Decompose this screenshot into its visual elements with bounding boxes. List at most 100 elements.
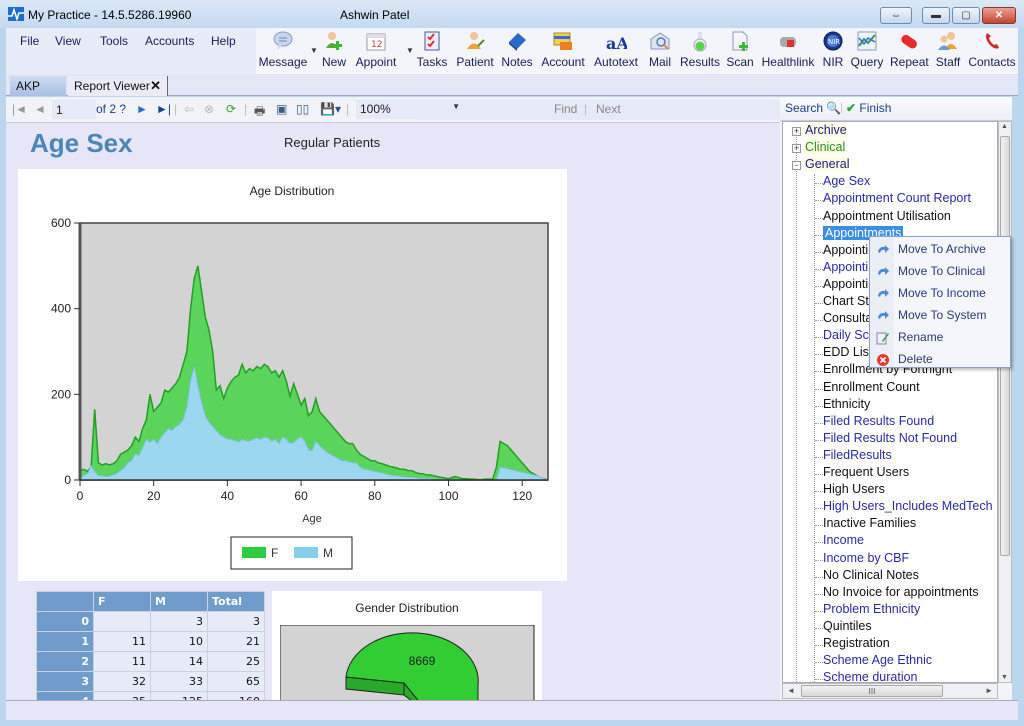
toolbar-new-button[interactable]: New [320, 30, 348, 69]
menu-file[interactable]: File [20, 34, 39, 48]
back-icon[interactable]: ⇦ [184, 102, 194, 116]
scroll-thumb[interactable]: III [801, 685, 943, 697]
tree-report-item[interactable]: Quintiles [823, 619, 872, 633]
toolbar-separator: | [244, 102, 248, 116]
tree-report-item[interactable]: No Invoice for appointments [823, 585, 979, 599]
last-page-icon[interactable]: ►| [156, 102, 171, 116]
tree-report-item[interactable]: Scheme duration [823, 670, 918, 682]
next-page-icon[interactable]: ► [136, 102, 148, 116]
context-menu-item[interactable]: Move To Clinical [870, 260, 1010, 282]
find-button[interactable]: Find [554, 102, 577, 116]
message-dropdown-icon[interactable]: ▼ [310, 46, 318, 55]
search-button[interactable]: Search 🔍 [785, 101, 841, 115]
tree-folder[interactable]: Clinical [805, 140, 846, 155]
close-tab-icon[interactable]: ✕ [150, 76, 161, 96]
next-button[interactable]: Next [596, 102, 621, 116]
tree-report-item[interactable]: Income by CBF [823, 551, 909, 565]
context-menu-item[interactable]: Delete [870, 348, 1010, 370]
toolbar-appoint-button[interactable]: 12 Appoint [352, 30, 400, 69]
context-menu-item[interactable]: Move To Income [870, 282, 1010, 304]
swap-window-button[interactable]: ⇔ [880, 7, 912, 24]
print-icon[interactable]: 🖶 [254, 102, 265, 123]
tree-report-item[interactable]: Appointment Utilisation [823, 209, 951, 223]
tree-report-item[interactable]: Ethnicity [823, 397, 870, 411]
tree-report-item[interactable]: High Users [823, 482, 885, 496]
tree-report-item[interactable]: Registration [823, 636, 890, 650]
tree-report-item[interactable]: Income [823, 533, 864, 547]
tree-report-item[interactable]: Filed Results Found [823, 414, 934, 428]
tree-report-item[interactable]: Appointi [823, 277, 868, 291]
export-icon[interactable]: 💾▾ [320, 102, 341, 116]
toolbar-results-button[interactable]: Results [680, 30, 720, 69]
finish-button[interactable]: ✔ Finish [846, 101, 891, 115]
toolbar-contacts-button[interactable]: Contacts [968, 30, 1016, 69]
tree-report-item[interactable]: Problem Ethnicity [823, 602, 920, 616]
scroll-down-icon[interactable]: ▼ [1001, 674, 1008, 681]
context-menu-item[interactable]: Move To System [870, 304, 1010, 326]
menu-accounts[interactable]: Accounts [145, 34, 194, 48]
toolbar-autotext-button[interactable]: aA Autotext [592, 30, 640, 69]
tree-report-item[interactable]: FiledResults [823, 448, 892, 462]
menu-help[interactable]: Help [211, 34, 236, 48]
table-cell: 25 [207, 651, 265, 672]
menu-tools[interactable]: Tools [100, 34, 128, 48]
tree-report-item[interactable]: Chart Sta [823, 294, 876, 308]
tree-report-item[interactable]: High Users_Includes MedTech [823, 499, 993, 513]
toolbar-message-button[interactable]: Message [258, 30, 308, 69]
expand-icon[interactable]: + [792, 127, 801, 136]
scroll-right-icon[interactable]: ► [985, 686, 993, 695]
minimize-button[interactable]: ▬ [922, 7, 950, 24]
print-layout-icon[interactable]: ▣ [276, 102, 287, 116]
first-page-icon[interactable]: |◄ [12, 102, 27, 116]
expand-icon[interactable]: + [792, 144, 801, 154]
toolbar-account-button[interactable]: Account [540, 30, 586, 69]
stop-icon[interactable]: ⊗ [204, 102, 214, 116]
menu-view[interactable]: View [55, 34, 81, 48]
tree-report-item[interactable]: Appointment Count Report [823, 191, 971, 205]
scroll-up-icon[interactable]: ▲ [1001, 123, 1008, 130]
tree-report-item[interactable]: Filed Results Not Found [823, 431, 957, 445]
collapse-icon[interactable]: - [792, 161, 801, 171]
scroll-left-icon[interactable]: ◄ [787, 686, 795, 695]
tab-report-viewer[interactable]: Report Viewer ✕ [68, 76, 168, 96]
toolbar-staff-button[interactable]: Staff [934, 30, 962, 69]
tree-connector [815, 200, 823, 202]
toolbar-tasks-button[interactable]: Tasks [416, 30, 448, 69]
tree-connector [815, 508, 823, 510]
tab-akp[interactable]: AKP [10, 76, 66, 96]
toolbar-patient-button[interactable]: Patient [456, 30, 494, 69]
previous-page-icon[interactable]: ◄ [34, 102, 46, 116]
tree-folder[interactable]: Archive [805, 123, 847, 137]
tree-report-item[interactable]: Age Sex [823, 174, 870, 188]
toolbar-mail-button[interactable]: Mail [646, 30, 674, 69]
toolbar-repeat-button[interactable]: Repeat [890, 30, 929, 69]
page-number-input[interactable] [52, 100, 96, 119]
tree-report-item[interactable]: Frequent Users [823, 465, 909, 479]
appoint-dropdown-icon[interactable]: ▼ [406, 46, 414, 55]
context-menu-item[interactable]: Rename [870, 326, 1010, 348]
tree-report-item[interactable]: Appointi [823, 243, 868, 257]
toolbar-healthlink-button[interactable]: Healthlink [760, 30, 816, 69]
tree-report-item[interactable]: Inactive Families [823, 516, 916, 530]
zoom-select[interactable]: 100% ▼ [356, 100, 464, 119]
toolbar-notes-button[interactable]: Notes [500, 30, 534, 69]
vertical-scrollbar[interactable]: ▲ ▼ [998, 121, 1012, 683]
maximize-button[interactable]: ▢ [952, 7, 980, 24]
refresh-icon[interactable]: ⟳ [226, 102, 236, 116]
tree-report-item[interactable]: No Clinical Notes [823, 568, 919, 582]
toolbar-nir-button[interactable]: NIR NIR [820, 30, 846, 69]
tree-report-item[interactable]: Appointi [823, 260, 868, 274]
toolbar-scan-button[interactable]: Scan [724, 30, 756, 69]
page-setup-icon[interactable]: ▯▯ [296, 102, 309, 116]
tree-report-item[interactable]: EDD Lis [823, 345, 869, 359]
tree-folder[interactable]: General [805, 157, 850, 172]
tree-report-item[interactable]: Enrollment Count [823, 380, 920, 394]
close-window-button[interactable]: ✕ [982, 7, 1016, 24]
toolbar-query-button[interactable]: Query [850, 30, 884, 69]
context-menu-label: Move To Archive [898, 242, 986, 256]
context-menu-item[interactable]: Move To Archive [870, 238, 1010, 260]
tree-report-item[interactable]: Consulta [823, 311, 872, 325]
tree-report-item[interactable]: Scheme Age Ethnic [823, 653, 932, 667]
tree-report-item[interactable]: Daily Sc [823, 328, 869, 342]
horizontal-scrollbar[interactable]: ◄ III ► [782, 683, 998, 699]
